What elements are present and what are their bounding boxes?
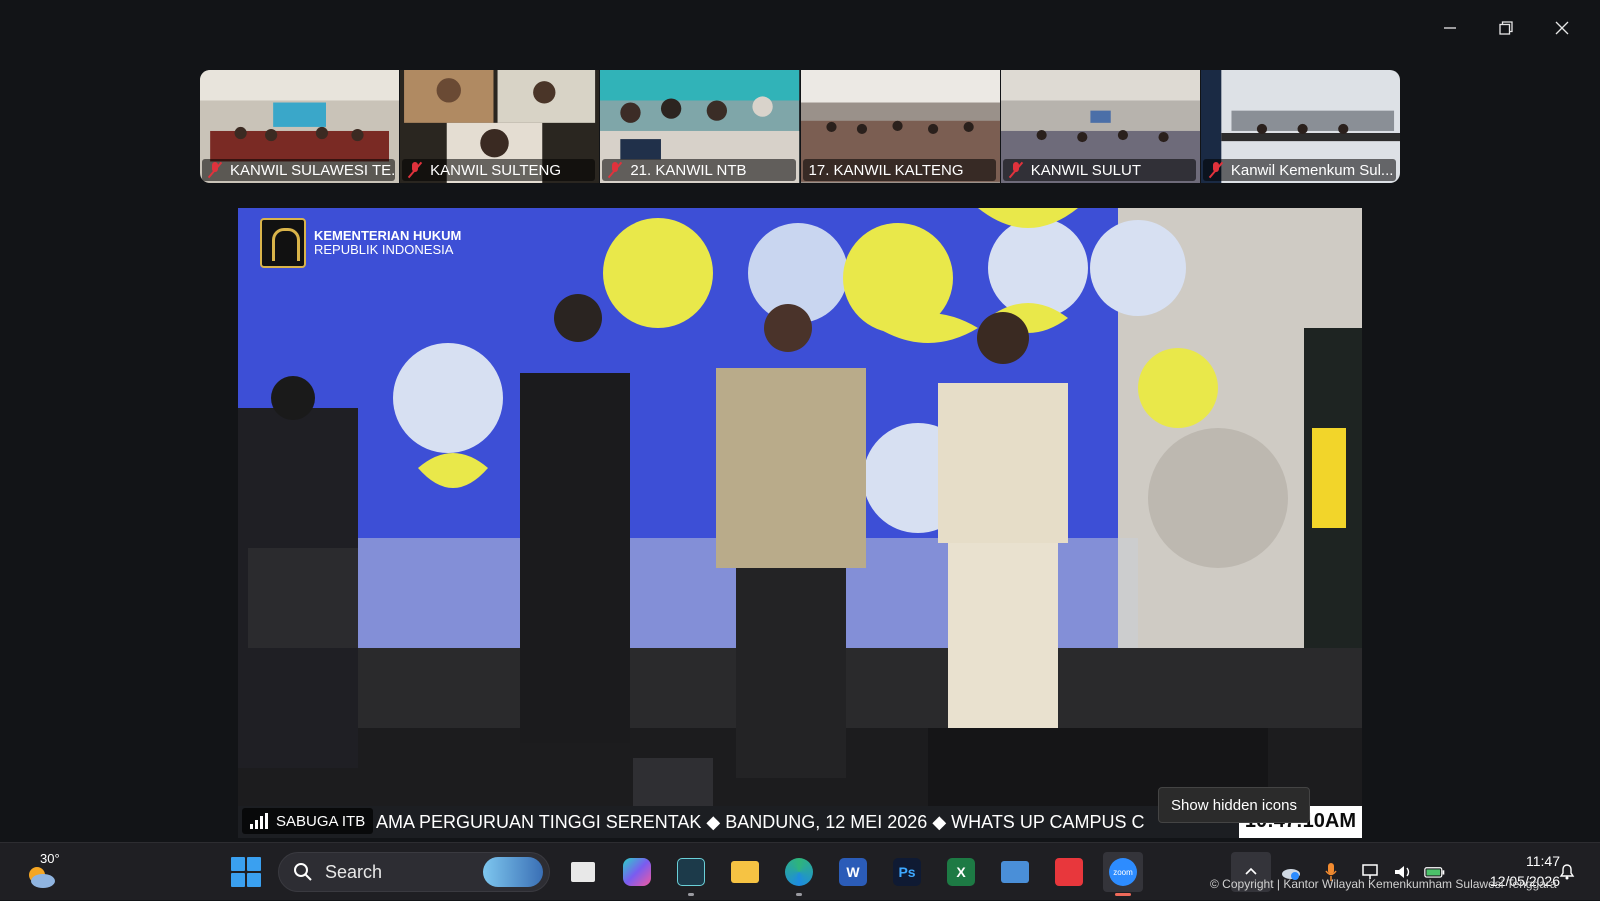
participant-tile[interactable]: Kanwil Kemenkum Sul...: [1200, 70, 1400, 183]
participant-tile[interactable]: 21. KANWIL NTB: [600, 70, 801, 183]
restore-button[interactable]: [1478, 12, 1534, 44]
running-indicator: [796, 893, 802, 896]
participant-name-tag: 17. KANWIL KALTENG: [802, 159, 996, 181]
participant-tile[interactable]: KANWIL SULUT: [1000, 70, 1201, 183]
windows-logo-pane: [247, 857, 261, 871]
file-explorer-button[interactable]: [725, 852, 765, 892]
zoom-button[interactable]: zoom: [1103, 852, 1143, 896]
ticker-text: AMA PERGURUAN TINGGI SERENTAK ◆ BANDUNG,…: [376, 811, 1145, 832]
news-app-button[interactable]: [671, 852, 711, 896]
remote-desktop-button[interactable]: [995, 852, 1035, 892]
connection-signal-icon: [250, 813, 268, 829]
search-icon: [294, 863, 312, 881]
close-icon: [1555, 21, 1569, 35]
edge-icon: [785, 858, 813, 886]
participant-name-tag: KANWIL SULAWESI TE...: [202, 159, 396, 181]
participant-name-tag: KANWIL SULTENG: [402, 159, 596, 181]
mic-muted-icon: [1009, 162, 1023, 178]
participant-tile[interactable]: 17. KANWIL KALTENG: [800, 70, 1001, 183]
zoom-meeting-window: KANWIL SULAWESI TE... KANWIL SULTENG 21.…: [0, 0, 1600, 842]
mic-muted-icon: [608, 162, 622, 178]
system-tray: [1280, 843, 1446, 901]
taskbar-search[interactable]: [278, 852, 550, 892]
mic-muted-icon: [208, 162, 222, 178]
windows-logo-pane: [231, 873, 245, 887]
minimize-icon: [1444, 27, 1456, 29]
excel-button[interactable]: X: [941, 852, 981, 892]
zoom-icon: zoom: [1109, 858, 1137, 886]
word-button[interactable]: W: [833, 852, 873, 892]
weather-temperature: 30°: [40, 851, 60, 866]
edge-button[interactable]: [779, 852, 819, 896]
copilot-button[interactable]: [617, 852, 657, 892]
ministry-name: KEMENTERIAN HUKUM REPUBLIK INDONESIA: [314, 228, 462, 257]
photoshop-button[interactable]: Ps: [887, 852, 927, 892]
ministry-emblem-icon: [260, 218, 306, 268]
news-app-icon: [677, 858, 705, 886]
excel-icon: X: [947, 858, 975, 886]
participant-tile[interactable]: KANWIL SULTENG: [400, 70, 601, 183]
show-hidden-icons-tooltip: Show hidden icons: [1158, 787, 1310, 823]
word-icon: W: [839, 858, 867, 886]
photoshop-icon: Ps: [893, 858, 921, 886]
ministry-logo: KEMENTERIAN HUKUM REPUBLIK INDONESIA: [260, 218, 461, 268]
notifications-icon[interactable]: [1556, 861, 1578, 883]
mic-muted-icon: [408, 162, 422, 178]
anydesk-icon: [1055, 858, 1083, 886]
copilot-icon: [623, 858, 651, 886]
restore-icon: [1499, 21, 1513, 35]
active-speaker-video[interactable]: KEMENTERIAN HUKUM REPUBLIK INDONESIA AMA…: [238, 208, 1362, 838]
copyright-watermark: © Copyright | Kantor Wilayah Kemenkumham…: [1210, 877, 1557, 891]
participant-tile[interactable]: KANWIL SULAWESI TE...: [200, 70, 401, 183]
close-button[interactable]: [1534, 12, 1590, 44]
active-speaker-name-tag: SABUGA ITB: [242, 808, 374, 834]
windows-logo-pane: [231, 857, 245, 871]
participant-name-tag: KANWIL SULUT: [1002, 159, 1196, 181]
folder-icon: [731, 861, 759, 883]
windows-taskbar: 30° W Ps X zoom: [0, 842, 1600, 900]
stage-scene: [238, 208, 1362, 838]
windows-logo-pane: [247, 873, 261, 887]
clock-time: 11:47: [1526, 853, 1560, 869]
participant-name-tag: Kanwil Kemenkum Sul...: [1202, 159, 1397, 181]
anydesk-button[interactable]: [1049, 852, 1089, 892]
start-button[interactable]: [231, 857, 261, 887]
running-indicator: [1115, 893, 1131, 896]
search-highlight-image: [483, 857, 543, 887]
minimize-button[interactable]: [1422, 12, 1478, 44]
mic-muted-icon: [1209, 162, 1223, 178]
running-indicator: [688, 893, 694, 896]
window-controls: [1422, 12, 1590, 44]
participant-gallery-strip: KANWIL SULAWESI TE... KANWIL SULTENG 21.…: [200, 70, 1400, 183]
task-view-icon: [571, 862, 595, 882]
search-input[interactable]: [325, 861, 475, 883]
task-view-button[interactable]: [563, 852, 603, 892]
participant-name-tag: 21. KANWIL NTB: [602, 159, 796, 181]
partly-cloudy-icon: [29, 867, 55, 888]
remote-desktop-icon: [1001, 861, 1029, 883]
weather-widget[interactable]: 30°: [24, 851, 64, 893]
